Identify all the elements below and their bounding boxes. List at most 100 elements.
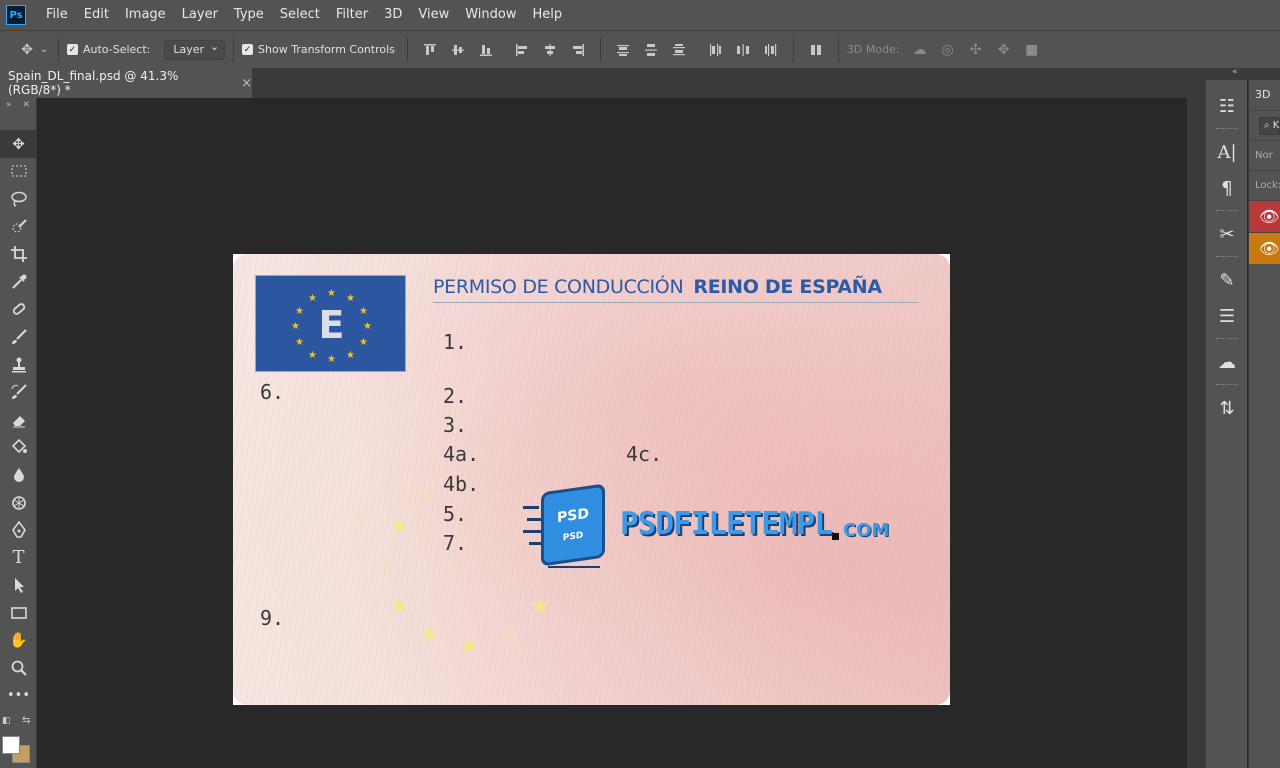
distribute-horizontal-centers-icon[interactable] (729, 39, 757, 61)
hand-tool-icon[interactable]: ✋ (0, 627, 37, 655)
layer-row[interactable]: 👁 (1249, 232, 1280, 264)
blur-tool-icon[interactable] (0, 461, 37, 489)
align-vertical-centers-icon[interactable] (444, 39, 472, 61)
layer-search-input[interactable]: ⌕ K (1259, 116, 1280, 135)
menu-select[interactable]: Select (272, 0, 328, 30)
type-tool-icon[interactable]: T (0, 544, 37, 572)
brush-tool-icon[interactable] (0, 323, 37, 351)
layers-panel: 3D ⌕ K Nor Lock: 👁 👁 (1248, 80, 1280, 768)
3d-mode-label: 3D Mode: (846, 43, 900, 56)
layer-row[interactable]: 👁 (1249, 200, 1280, 232)
dodge-tool-icon[interactable] (0, 489, 37, 517)
field-4b-label: 4b. (443, 472, 480, 496)
3d-scale-icon[interactable]: ■ (1018, 39, 1046, 61)
brush-settings-icon[interactable]: ✎ (1206, 262, 1248, 298)
deco-star-icon: ☆ (500, 622, 520, 647)
align-horizontal-centers-icon[interactable] (536, 39, 564, 61)
menu-3d[interactable]: 3D (376, 0, 410, 30)
foreground-color-swatch[interactable] (2, 736, 20, 754)
align-top-edges-icon[interactable] (416, 39, 444, 61)
tab-3d[interactable]: 3D (1249, 80, 1280, 110)
eyedropper-tool-icon[interactable] (0, 268, 37, 296)
default-colors-icon[interactable]: ◧ (2, 716, 11, 726)
paint-bucket-tool-icon[interactable] (0, 434, 37, 462)
deco-star-icon: ☆ (377, 554, 397, 579)
visibility-eye-icon[interactable]: 👁 (1259, 239, 1279, 258)
distribute-left-icon[interactable] (701, 39, 729, 61)
auto-select-dropdown[interactable]: Layer (164, 39, 226, 60)
marquee-tool-icon[interactable] (0, 158, 37, 186)
menu-image[interactable]: Image (117, 0, 174, 30)
deco-star-icon: ★ (389, 594, 409, 619)
3d-pan-icon[interactable]: ✣ (962, 39, 990, 61)
menu-help[interactable]: Help (525, 0, 571, 30)
menu-edit[interactable]: Edit (76, 0, 117, 30)
tool-presets-icon[interactable]: ✂ (1206, 216, 1248, 252)
document-canvas[interactable]: ★ ★ ★ ★ ★ ★ ★ ★ ★ ★ ★ ★ E PERMISO DE CON… (233, 254, 950, 705)
menu-layer[interactable]: Layer (174, 0, 226, 30)
auto-align-layers-icon[interactable] (802, 39, 830, 61)
watermark-underline (548, 566, 600, 568)
field-1-label: 1. (443, 330, 468, 354)
edit-toolbar-icon[interactable]: ••• (0, 682, 37, 710)
auto-select-checkbox[interactable]: ✓ (67, 44, 78, 55)
close-panel-icon[interactable]: ✕ (22, 100, 30, 110)
panel-collapse-bar[interactable]: « (1205, 67, 1280, 80)
adjustments-icon[interactable]: ☰ (1206, 298, 1248, 334)
collapse-panels-icon[interactable]: « (1232, 67, 1238, 77)
align-left-edges-icon[interactable] (508, 39, 536, 61)
watermark-dot (832, 533, 839, 540)
menu-file[interactable]: File (38, 0, 76, 30)
path-selection-tool-icon[interactable] (0, 572, 37, 600)
lock-row: Lock: (1249, 170, 1280, 200)
expand-panel-icon[interactable]: » (6, 100, 12, 110)
swap-colors-icon[interactable]: ⇆ (22, 715, 30, 726)
clone-stamp-tool-icon[interactable] (0, 351, 37, 379)
field-5-label: 5. (443, 502, 468, 526)
field-2-label: 2. (443, 384, 468, 408)
blend-mode-row[interactable]: Nor (1249, 140, 1280, 170)
vertical-scrollbar[interactable] (1187, 98, 1205, 768)
distribute-right-icon[interactable] (757, 39, 785, 61)
show-transform-checkbox[interactable]: ✓ (242, 44, 254, 55)
3d-slide-icon[interactable]: ✥ (990, 39, 1018, 61)
align-bottom-edges-icon[interactable] (472, 39, 500, 61)
pen-tool-icon[interactable] (0, 516, 37, 544)
menu-filter[interactable]: Filter (328, 0, 376, 30)
character-panel-icon[interactable]: A| (1206, 134, 1248, 170)
visibility-eye-icon[interactable]: 👁 (1259, 207, 1279, 226)
distribute-vertical-centers-icon[interactable] (637, 39, 665, 61)
crop-tool-icon[interactable] (0, 240, 37, 268)
field-3-label: 3. (443, 413, 468, 437)
align-right-edges-icon[interactable] (564, 39, 592, 61)
eraser-tool-icon[interactable] (0, 406, 37, 434)
history-brush-tool-icon[interactable] (0, 378, 37, 406)
paragraph-panel-icon[interactable]: ¶ (1206, 170, 1248, 206)
move-tool-icon[interactable]: ✥ (0, 130, 37, 158)
deco-star-icon: ★ (459, 634, 479, 659)
healing-brush-tool-icon[interactable] (0, 296, 37, 324)
watermark-speed-lines-icon (523, 506, 541, 545)
document-tab[interactable]: Spain_DL_final.psd @ 41.3% (RGB/8*) * × (0, 68, 252, 98)
rectangle-tool-icon[interactable] (0, 599, 37, 627)
distribute-bottom-icon[interactable] (665, 39, 693, 61)
layer-comps-icon[interactable]: ⇅ (1206, 390, 1248, 426)
history-panel-icon[interactable]: ☷ (1206, 88, 1248, 124)
chevron-down-icon[interactable]: ⌄ (38, 39, 50, 61)
dock-separator (1206, 206, 1247, 216)
3d-roll-icon[interactable]: ◎ (934, 39, 962, 61)
watermark-logo: PSD PSD PSDFILETEMPL COM (523, 482, 903, 572)
move-tool-preset-icon[interactable]: ✥ (16, 39, 38, 61)
menu-view[interactable]: View (410, 0, 457, 30)
close-icon[interactable]: × (241, 76, 252, 91)
lasso-tool-icon[interactable] (0, 185, 37, 213)
menu-window[interactable]: Window (457, 0, 524, 30)
deco-star-icon: ★ (419, 622, 439, 647)
3d-orbit-icon[interactable]: ☁ (906, 39, 934, 61)
quick-selection-tool-icon[interactable] (0, 213, 37, 241)
distribute-top-icon[interactable] (609, 39, 637, 61)
zoom-tool-icon[interactable] (0, 654, 37, 682)
card-title: PERMISO DE CONDUCCIÓN REINO DE ESPAÑA (433, 276, 882, 298)
libraries-icon[interactable]: ☁ (1206, 344, 1248, 380)
menu-type[interactable]: Type (226, 0, 272, 30)
